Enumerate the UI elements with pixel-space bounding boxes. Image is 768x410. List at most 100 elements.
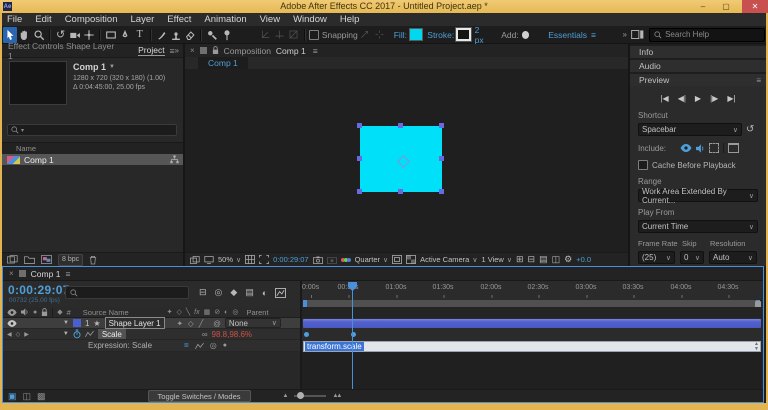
view-layout-dropdown[interactable]: 1 View ∨: [481, 255, 512, 264]
transparency-grid-icon[interactable]: [406, 255, 417, 264]
trash-icon[interactable]: [89, 255, 97, 265]
reset-exposure-icon[interactable]: ⚙: [564, 254, 572, 265]
keyframe-dot[interactable]: [304, 332, 309, 337]
zoom-slider-handle[interactable]: [297, 392, 305, 399]
add-shape-icon[interactable]: [521, 30, 530, 39]
fill-color-swatch[interactable]: [408, 28, 424, 41]
add-keyframe-icon[interactable]: ◇: [16, 331, 21, 338]
menu-composition[interactable]: Composition: [65, 14, 118, 25]
view-axis-mode-icon[interactable]: [287, 27, 301, 43]
expand-layer-switches-icon[interactable]: ▣: [8, 391, 17, 402]
layer-name[interactable]: Shape Layer 1: [104, 317, 165, 329]
fast-previews-icon[interactable]: ⊟: [528, 254, 536, 265]
selection-handle[interactable]: [357, 123, 362, 128]
viewer-timecode[interactable]: 0:00:29:07: [273, 255, 308, 264]
zoom-out-mountain-icon[interactable]: ▲: [283, 393, 289, 399]
expand-inout-icon[interactable]: ▩: [37, 391, 46, 402]
workspace-label[interactable]: Essentials: [548, 30, 587, 40]
scale-property-name[interactable]: Scale: [97, 329, 126, 339]
constrain-proportions-icon[interactable]: ∞: [202, 330, 208, 339]
time-ruler[interactable]: 0:00s 00:30s 01:00s 01:30s 02:00s 02:30s…: [301, 281, 762, 301]
scale-property-row[interactable]: ◀ ◇ ▶ ▼ Scale ∞ 98.8,98.6%: [3, 329, 301, 340]
timeline-graph-empty[interactable]: [301, 352, 762, 389]
graph-editor-icon[interactable]: [275, 287, 287, 298]
project-item-comp1[interactable]: Comp 1: [2, 154, 183, 165]
camera-view-dropdown[interactable]: Active Camera ∨: [420, 255, 477, 264]
lock-column-icon[interactable]: [41, 307, 48, 317]
dropdown-arrow-icon[interactable]: ▼: [109, 64, 115, 70]
layer-twirl-icon[interactable]: ▼: [63, 320, 69, 326]
tab-project[interactable]: Project: [138, 45, 165, 56]
threed-switch-icon[interactable]: ◎: [232, 308, 238, 316]
comp-mini-flowchart-icon[interactable]: ⊟: [199, 287, 207, 298]
lock-icon[interactable]: [212, 46, 219, 55]
expression-text-selected[interactable]: transform.scale: [305, 342, 364, 351]
next-keyframe-icon[interactable]: ▶: [24, 331, 29, 338]
solo-column-icon[interactable]: ●: [33, 309, 37, 316]
work-area-bar[interactable]: [303, 300, 760, 307]
expand-transfer-controls-icon[interactable]: ◫: [23, 391, 32, 402]
previous-frame-button[interactable]: ◀|: [678, 94, 686, 103]
enable-expression-icon[interactable]: =: [184, 341, 189, 350]
menu-effect[interactable]: Effect: [167, 14, 191, 25]
timeline-divider[interactable]: [300, 281, 302, 389]
work-area-start-handle[interactable]: [303, 300, 307, 307]
close-panel-icon[interactable]: ×: [190, 46, 195, 55]
resolution-dropdown-preview[interactable]: Auto ∨: [709, 251, 757, 264]
shy-layers-icon[interactable]: ◆: [230, 287, 237, 298]
video-column-eye-icon[interactable]: [7, 308, 17, 316]
local-axis-mode-icon[interactable]: [258, 27, 272, 43]
selection-handle[interactable]: [439, 189, 444, 194]
panel-menu-icon[interactable]: ≡: [756, 76, 761, 85]
expression-graph-icon[interactable]: [194, 342, 204, 350]
motion-blur-icon[interactable]: ◐: [262, 288, 267, 298]
grid-guides-icon[interactable]: [245, 255, 256, 264]
effects-switch-icon[interactable]: fx: [194, 309, 199, 316]
stroke-color-swatch[interactable]: [455, 27, 472, 42]
timeline-button-icon[interactable]: ▤: [539, 254, 548, 265]
exposure-value[interactable]: +0.0: [576, 255, 591, 264]
chevron-overflow-icon[interactable]: »: [175, 46, 179, 55]
selection-handle[interactable]: [439, 123, 444, 128]
menu-animation[interactable]: Animation: [204, 14, 246, 25]
comp-tab[interactable]: Comp 1: [198, 57, 248, 69]
expression-language-menu-icon[interactable]: ●: [223, 342, 227, 349]
menu-edit[interactable]: Edit: [35, 14, 51, 25]
collapse-switch-icon[interactable]: ◇: [177, 308, 182, 316]
adjustment-switch-icon[interactable]: ◐: [224, 309, 228, 316]
project-search-input[interactable]: ▾: [7, 124, 177, 136]
live-update-icon[interactable]: ◎: [215, 287, 223, 298]
magnification-dropdown[interactable]: 50% ∨: [218, 255, 241, 264]
stroke-width-value[interactable]: 2 px: [475, 25, 490, 45]
label-column-icon[interactable]: ◆: [57, 308, 62, 316]
expression-pickwhip-icon[interactable]: ◎: [210, 341, 217, 350]
timeline-zoom-slider[interactable]: [294, 392, 327, 399]
selection-handle[interactable]: [357, 156, 362, 161]
interpret-footage-icon[interactable]: [7, 255, 18, 264]
help-search-input[interactable]: Search Help: [649, 27, 766, 42]
expression-editor-field[interactable]: transform.scale ▲ ▼: [303, 341, 761, 352]
pixel-aspect-icon[interactable]: ⊞: [516, 254, 524, 265]
property-twirl-icon[interactable]: ▼: [63, 331, 69, 337]
panel-drag-icon[interactable]: [199, 47, 207, 54]
close-button[interactable]: ✕: [742, 0, 768, 13]
panel-menu-icon[interactable]: ≡: [313, 46, 318, 56]
selection-handle[interactable]: [357, 189, 362, 194]
snapping-checkbox[interactable]: [308, 29, 319, 40]
menu-help[interactable]: Help: [340, 14, 360, 25]
include-overlays-icon[interactable]: [709, 143, 720, 153]
layer-collapse-icon[interactable]: ◇: [188, 319, 194, 328]
number-column-header[interactable]: #: [67, 308, 71, 317]
brush-tool[interactable]: [155, 27, 169, 43]
new-composition-icon[interactable]: [41, 255, 52, 264]
layer-duration-bar[interactable]: [303, 319, 761, 328]
close-panel-icon[interactable]: ×: [9, 269, 14, 278]
show-snapshot-icon[interactable]: [326, 256, 337, 264]
frame-rate-dropdown[interactable]: (25) ∨: [638, 251, 675, 264]
reset-icon[interactable]: ↺: [746, 124, 754, 135]
clone-stamp-tool[interactable]: [169, 27, 183, 43]
layer-row[interactable]: ▼ 1 ★ Shape Layer 1 ✦ ◇ ╱ @ None ∨: [3, 317, 301, 329]
snap-2-icon[interactable]: [372, 27, 386, 43]
panel-menu-icon[interactable]: ≡: [65, 269, 70, 279]
menu-layer[interactable]: Layer: [131, 14, 155, 25]
